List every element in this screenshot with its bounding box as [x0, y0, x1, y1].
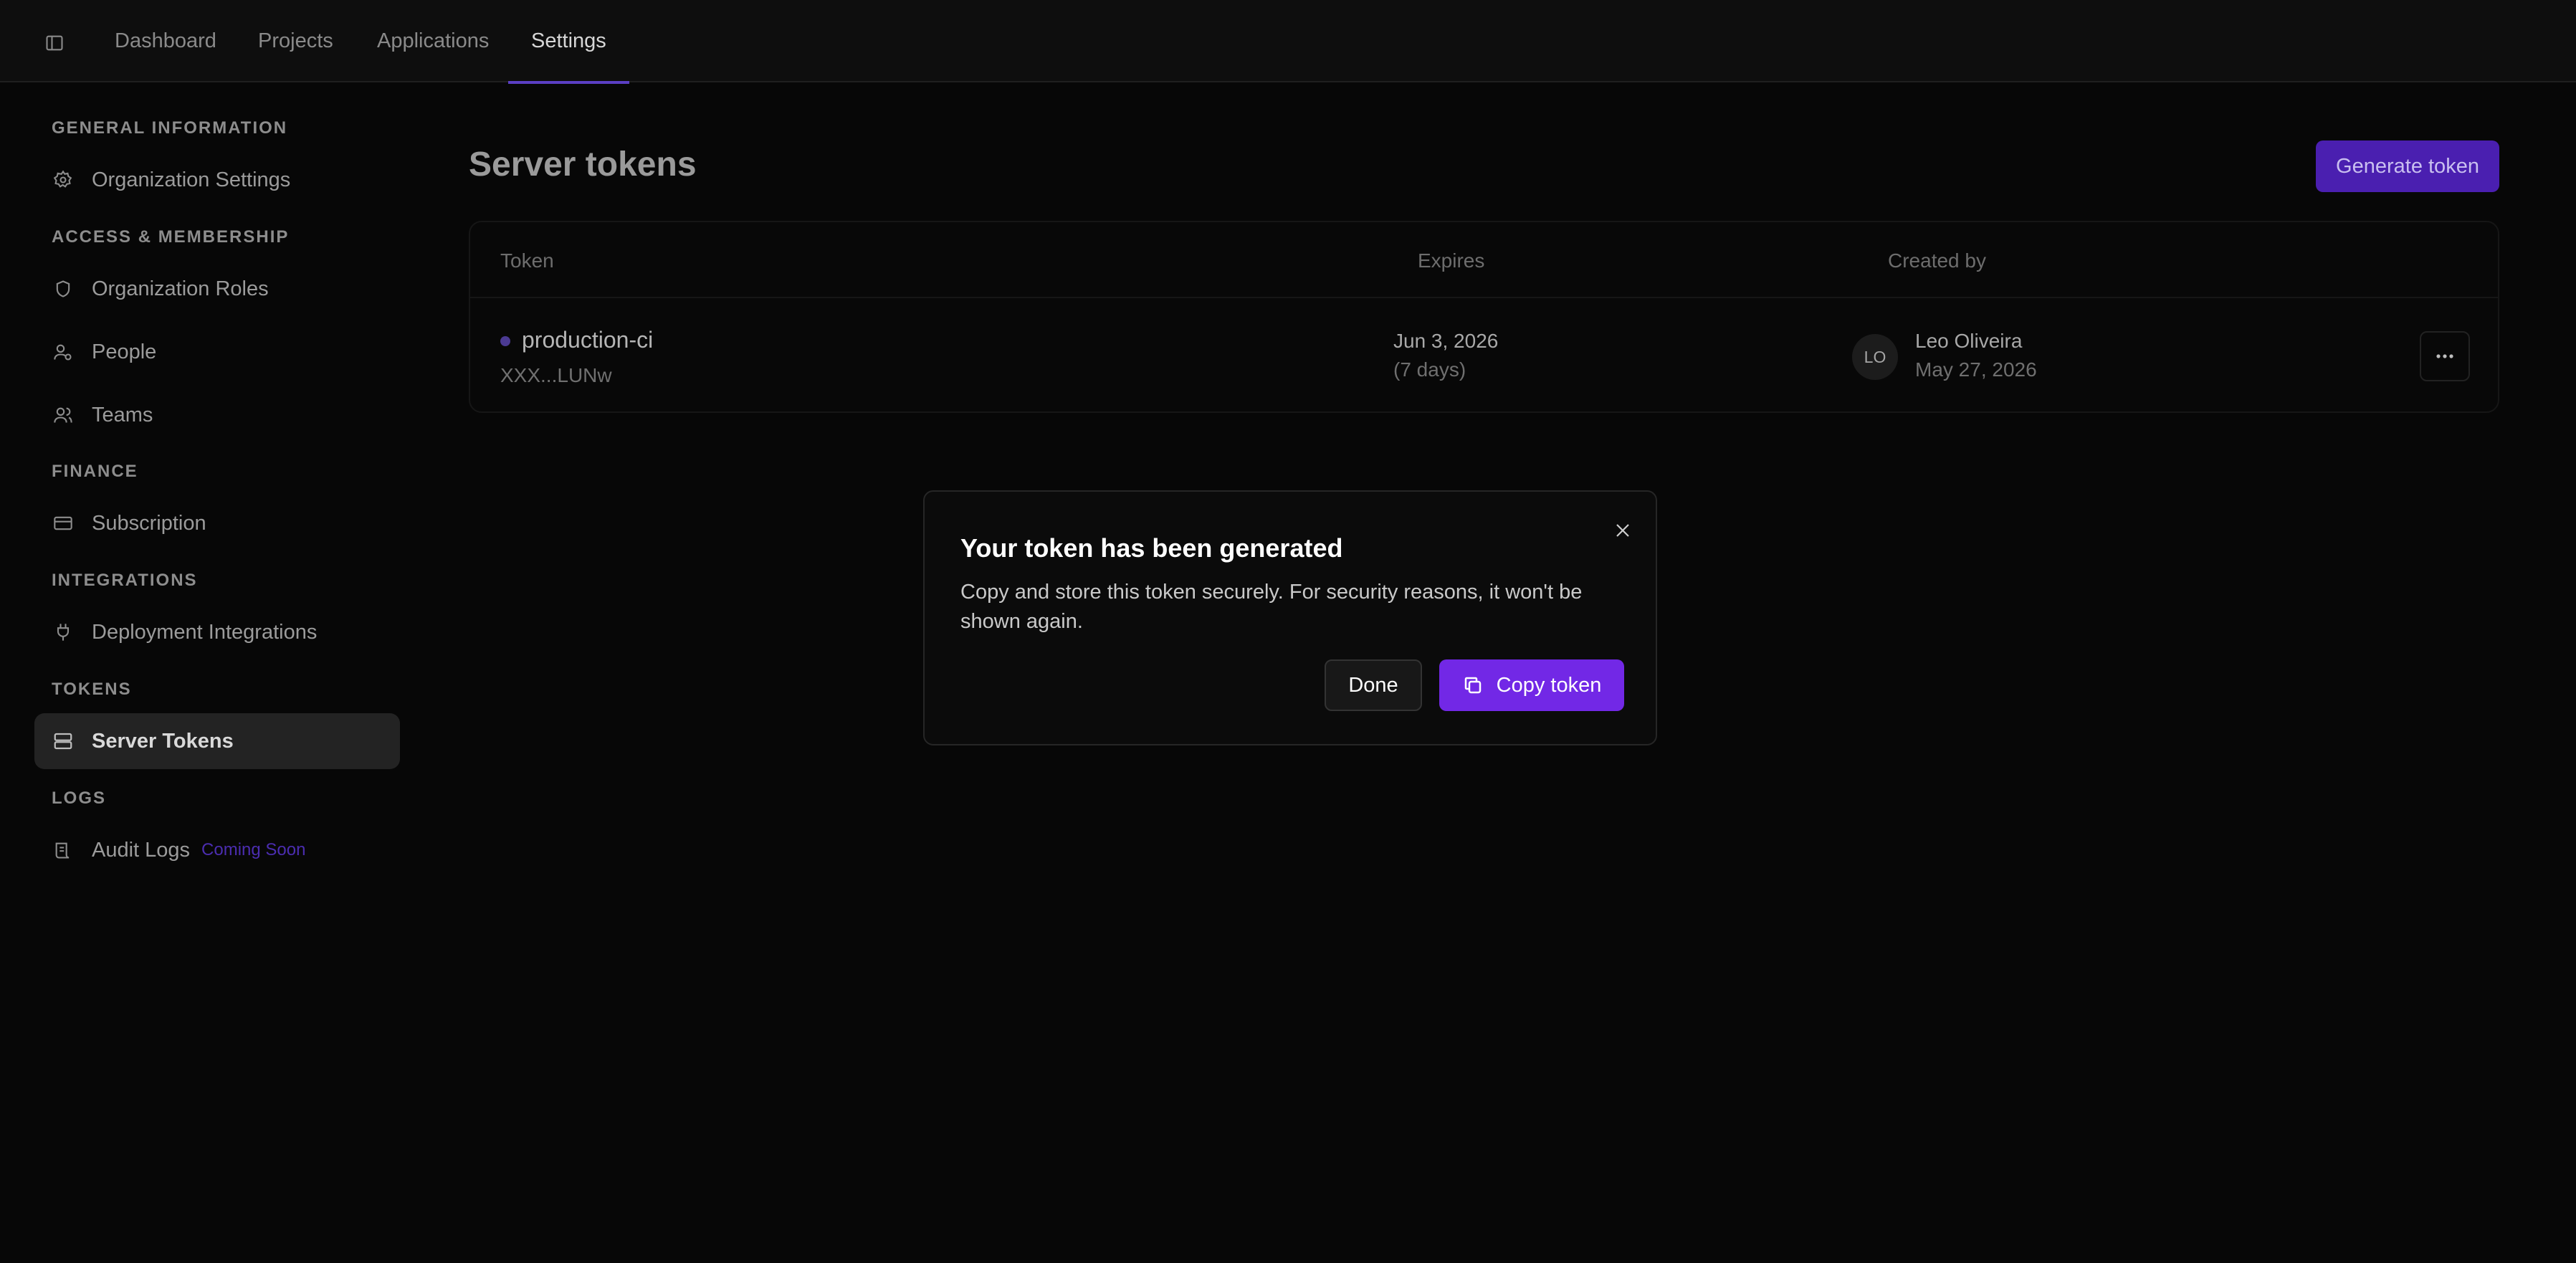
coming-soon-badge: Coming Soon — [201, 840, 306, 859]
done-button[interactable]: Done — [1325, 659, 1422, 711]
sidebar-item-label: Teams — [92, 403, 153, 426]
settings-sidebar: GENERAL INFORMATION Organization Setting… — [0, 84, 430, 1263]
scroll-icon — [52, 839, 75, 862]
credit-card-icon — [52, 512, 75, 535]
column-header-token: Token — [500, 249, 554, 272]
copy-token-label: Copy token — [1496, 673, 1602, 697]
section-title-general: GENERAL INFORMATION — [52, 118, 288, 138]
tab-settings[interactable]: Settings — [508, 0, 629, 84]
server-icon — [52, 730, 75, 753]
close-icon[interactable] — [1608, 516, 1637, 545]
column-header-expires: Expires — [1418, 249, 1485, 272]
dialog-description: Copy and store this token securely. For … — [960, 581, 1583, 633]
row-actions-button[interactable] — [2420, 331, 2470, 381]
section-title-access: ACCESS & MEMBERSHIP — [52, 227, 290, 247]
sidebar-toggle-icon[interactable] — [40, 29, 69, 57]
dialog-title: Your token has been generated — [960, 533, 1343, 563]
sidebar-item-label: People — [92, 340, 157, 363]
status-dot — [500, 336, 510, 346]
users-icon — [52, 404, 75, 426]
page-title: Server tokens — [469, 146, 697, 184]
sidebar-item-label: Organization Roles — [92, 277, 269, 300]
sidebar-item-subscription[interactable]: Subscription — [34, 495, 400, 551]
tab-projects[interactable]: Projects — [235, 0, 356, 82]
sidebar-item-label: Audit Logs — [92, 838, 191, 862]
tokens-table: Token Expires Created by production-ci X… — [469, 221, 2499, 413]
gear-icon — [52, 168, 75, 191]
token-generated-dialog: Your token has been generated Copy and s… — [923, 490, 1657, 745]
expiry-relative: (7 days) — [1393, 358, 1466, 381]
plug-icon — [52, 621, 75, 644]
top-navigation-bar: Dashboard Projects Applications Settings — [0, 0, 2576, 84]
sidebar-item-label: Server Tokens — [92, 729, 234, 753]
ellipsis-icon — [2436, 353, 2454, 359]
tab-applications[interactable]: Applications — [354, 0, 512, 82]
sidebar-item-people[interactable]: People — [34, 324, 400, 380]
shield-icon — [52, 277, 75, 300]
sidebar-item-label: Subscription — [92, 511, 206, 535]
expiry-date: Jun 3, 2026 — [1393, 330, 1499, 352]
tab-dashboard[interactable]: Dashboard — [92, 0, 239, 82]
copy-token-button[interactable]: Copy token — [1439, 659, 1624, 711]
section-title-tokens: TOKENS — [52, 680, 132, 699]
sidebar-item-audit-logs[interactable]: Audit Logs Coming Soon — [34, 822, 400, 878]
created-date: May 27, 2026 — [1915, 358, 2037, 381]
token-masked-value: XXX...LUNw — [500, 364, 612, 386]
section-title-finance: FINANCE — [52, 462, 138, 481]
sidebar-item-organization-settings[interactable]: Organization Settings — [34, 152, 400, 208]
user-icon — [52, 340, 75, 363]
token-name: production-ci — [522, 327, 654, 353]
generate-token-button[interactable]: Generate token — [2316, 140, 2499, 192]
sidebar-item-server-tokens[interactable]: Server Tokens — [34, 713, 400, 769]
column-header-created-by: Created by — [1888, 249, 1986, 272]
sidebar-item-deployment-integrations[interactable]: Deployment Integrations — [34, 604, 400, 660]
table-divider — [470, 297, 2498, 298]
section-title-integrations: INTEGRATIONS — [52, 571, 198, 590]
sidebar-item-label: Organization Settings — [92, 168, 291, 191]
sidebar-item-organization-roles[interactable]: Organization Roles — [34, 261, 400, 317]
sidebar-item-label: Deployment Integrations — [92, 620, 318, 644]
section-title-logs: LOGS — [52, 788, 107, 808]
avatar: LO — [1852, 334, 1898, 380]
creator-name: Leo Oliveira — [1915, 330, 2023, 352]
copy-icon — [1462, 675, 1484, 696]
sidebar-item-teams[interactable]: Teams — [34, 387, 400, 443]
